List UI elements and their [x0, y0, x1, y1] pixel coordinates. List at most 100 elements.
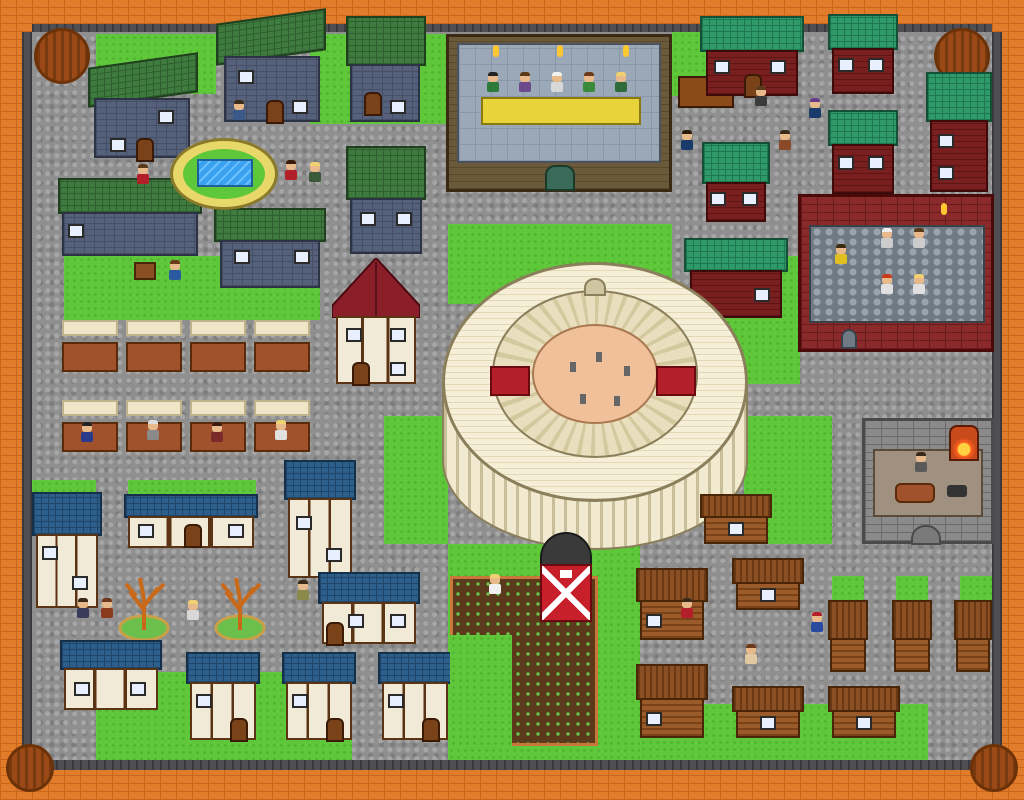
torch-icon — [941, 203, 947, 215]
npc-council-member[interactable] — [582, 72, 596, 98]
house-blue-roof[interactable] — [186, 652, 260, 742]
tudor-inn[interactable] — [332, 258, 420, 386]
house-blue-roof[interactable] — [284, 460, 356, 578]
water-icon — [197, 159, 253, 187]
outer-wall-bottom — [0, 768, 1024, 800]
house-blue-roof[interactable] — [124, 494, 258, 548]
arena-floor[interactable] — [532, 324, 658, 424]
long-table — [481, 97, 641, 125]
inner-wall-bottom — [32, 760, 992, 770]
house-green-roof[interactable] — [214, 208, 326, 288]
wooden-cabin[interactable] — [732, 558, 804, 610]
npc-villager[interactable] — [808, 98, 822, 124]
npc-villager[interactable] — [186, 600, 200, 626]
inner-wall-left — [22, 32, 32, 762]
npc-villager[interactable] — [778, 130, 792, 156]
npc-council-member[interactable] — [614, 72, 628, 98]
gate-icon[interactable] — [545, 165, 575, 191]
corner-tower-se — [970, 744, 1018, 792]
npc-villager[interactable] — [296, 580, 310, 606]
corner-tower-sw — [6, 744, 54, 792]
market-stall[interactable] — [254, 320, 310, 372]
blacksmith[interactable] — [862, 418, 994, 545]
town-map — [0, 0, 1024, 800]
npc-council-member[interactable] — [486, 72, 500, 98]
npc-villager[interactable] — [168, 260, 182, 286]
bare-tree-icon — [214, 577, 266, 640]
npc-merchant[interactable] — [274, 420, 288, 446]
house-teal-roof[interactable] — [828, 110, 898, 194]
market-stall[interactable] — [126, 320, 182, 372]
market-stall[interactable] — [62, 320, 118, 372]
house-blue-roof[interactable] — [60, 640, 162, 710]
npc-merchant[interactable] — [80, 422, 94, 448]
training-courtyard[interactable] — [798, 194, 994, 352]
house-green-roof[interactable] — [346, 16, 426, 126]
npc-fighter[interactable] — [912, 274, 926, 300]
torch-icon — [557, 45, 563, 57]
bare-tree-icon — [118, 577, 170, 640]
house-teal-roof[interactable] — [700, 16, 804, 98]
council-hall[interactable] — [446, 34, 672, 192]
training-post — [580, 394, 586, 404]
npc-fighter[interactable] — [912, 228, 926, 254]
house-teal-roof[interactable] — [828, 14, 898, 94]
house-teal-roof[interactable] — [702, 142, 770, 222]
torch-icon — [493, 45, 499, 57]
inner-wall-right — [992, 32, 1002, 762]
anvil-icon[interactable] — [947, 485, 967, 497]
grass-patch — [384, 416, 448, 544]
npc-merchant[interactable] — [210, 422, 224, 448]
npc-villager[interactable] — [284, 160, 298, 186]
npc-villager[interactable] — [680, 130, 694, 156]
wooden-cabin[interactable] — [700, 494, 772, 544]
npc-villager[interactable] — [744, 644, 758, 670]
house-blue-roof[interactable] — [318, 572, 420, 646]
training-post — [624, 366, 630, 376]
npc-blacksmith[interactable] — [914, 452, 928, 478]
wooden-cabin[interactable] — [828, 600, 868, 672]
banner-icon — [490, 366, 530, 396]
npc-villager[interactable] — [810, 612, 824, 638]
npc-villager[interactable] — [76, 598, 90, 624]
workbench-icon — [895, 483, 935, 503]
house-teal-roof[interactable] — [926, 72, 992, 192]
npc-villager[interactable] — [232, 100, 246, 126]
forge-icon — [949, 425, 979, 461]
arena-gate[interactable] — [584, 278, 606, 296]
wooden-cabin[interactable] — [636, 568, 708, 640]
wooden-cabin[interactable] — [892, 600, 932, 672]
npc-merchant[interactable] — [146, 420, 160, 446]
training-post — [614, 396, 620, 406]
corner-tower-nw — [34, 28, 90, 84]
inn-roof — [332, 258, 420, 318]
wooden-cabin[interactable] — [828, 686, 900, 738]
npc-villager[interactable] — [308, 162, 322, 188]
gate-icon[interactable] — [841, 329, 857, 349]
cobblestone-floor — [809, 225, 985, 323]
house-green-roof[interactable] — [88, 52, 198, 162]
barn[interactable] — [540, 532, 592, 622]
wooden-cabin[interactable] — [636, 664, 708, 738]
npc-villager[interactable] — [754, 86, 768, 112]
market-stall[interactable] — [190, 320, 246, 372]
npc-villager[interactable] — [488, 574, 502, 600]
npc-council-member[interactable] — [550, 72, 564, 98]
house-blue-roof[interactable] — [378, 652, 452, 742]
npc-fighter[interactable] — [880, 274, 894, 300]
house-blue-roof[interactable] — [282, 652, 356, 742]
npc-fighter[interactable] — [834, 244, 848, 270]
banner-icon — [656, 366, 696, 396]
house-blue-roof[interactable] — [32, 492, 102, 608]
signboard-icon[interactable] — [134, 262, 156, 280]
house-green-roof[interactable] — [346, 146, 426, 256]
npc-villager[interactable] — [100, 598, 114, 624]
wooden-cabin[interactable] — [954, 600, 992, 672]
npc-council-member[interactable] — [518, 72, 532, 98]
npc-villager[interactable] — [136, 164, 150, 190]
fountain-pool[interactable] — [170, 138, 278, 210]
npc-fighter[interactable] — [880, 228, 894, 254]
wooden-cabin[interactable] — [732, 686, 804, 738]
npc-villager[interactable] — [680, 598, 694, 624]
gate-icon[interactable] — [911, 525, 941, 545]
